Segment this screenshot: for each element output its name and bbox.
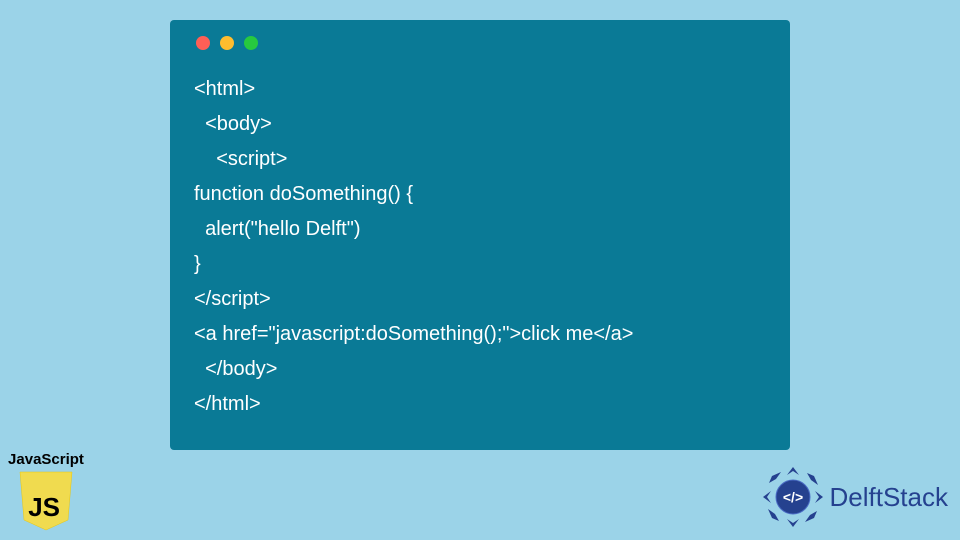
window-minimize-dot [220,36,234,50]
window-controls [196,36,766,50]
javascript-badge: JavaScript JS [5,451,87,532]
code-content: <html> <body> <script> function doSometh… [194,72,766,422]
delftstack-text: DelftStack [830,482,949,513]
javascript-shield-icon: JS [18,470,74,532]
javascript-label: JavaScript [5,451,87,468]
window-maximize-dot [244,36,258,50]
delftstack-logo-icon: </> [762,466,824,528]
js-shield-text: JS [28,492,60,522]
code-window: <html> <body> <script> function doSometh… [170,20,790,450]
delftstack-badge: </> DelftStack [762,466,949,528]
svg-text:</>: </> [782,489,802,505]
window-close-dot [196,36,210,50]
